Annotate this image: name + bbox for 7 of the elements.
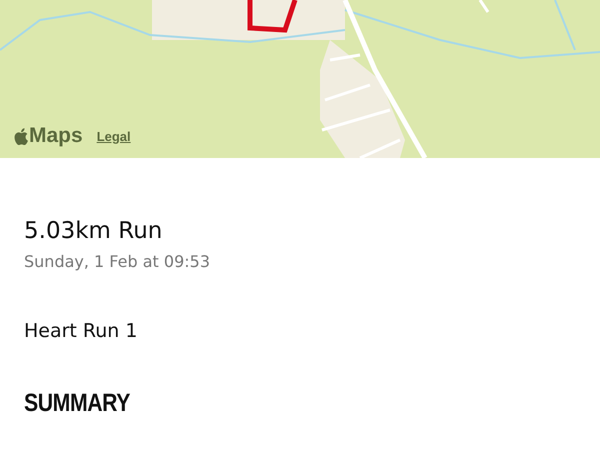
section-heading: SUMMARY xyxy=(24,388,132,418)
workout-name: Heart Run 1 xyxy=(24,319,138,344)
maps-logo-text: Maps xyxy=(29,124,83,148)
activity-title: 5.03km Run xyxy=(24,217,164,246)
activity-date: Sunday, 1 Feb at 09:53 xyxy=(24,251,211,273)
apple-icon xyxy=(14,128,28,144)
legal-link[interactable]: Legal xyxy=(96,128,131,144)
